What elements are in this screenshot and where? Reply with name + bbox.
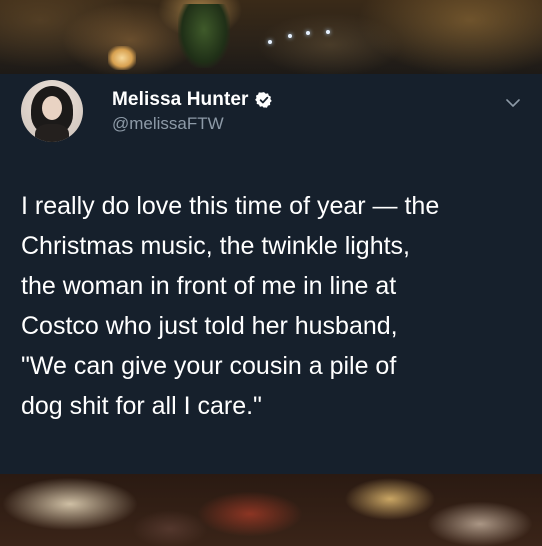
chevron-down-icon[interactable]: [502, 92, 524, 114]
tweet-text-line: "We can give your cousin a pile of: [21, 352, 397, 380]
tweet-text-line: the woman in front of me in line at: [21, 272, 397, 300]
lamp-glow: [108, 46, 136, 70]
verified-badge-icon: [254, 91, 273, 109]
author-display-name[interactable]: Melissa Hunter: [112, 89, 249, 111]
twinkle-light: [288, 34, 292, 38]
twinkle-light: [306, 31, 310, 35]
avatar-face: [42, 96, 62, 120]
author-handle[interactable]: @melissaFTW: [112, 114, 224, 134]
twinkle-light: [268, 40, 272, 44]
twinkle-light: [326, 30, 330, 34]
tweet-text-line: I really do love this time of year — the: [21, 192, 440, 220]
tweet-text: I really do love this time of year — the…: [21, 186, 533, 426]
avatar[interactable]: [21, 80, 83, 142]
tweet-text-line: Christmas music, the twinkle lights,: [21, 232, 411, 260]
christmas-tree-blur: [178, 4, 230, 68]
author-name-row: Melissa Hunter: [112, 88, 273, 112]
tweet-text-line: Costco who just told her husband,: [21, 312, 398, 340]
tweet-text-line: dog shit for all I care.": [21, 392, 262, 420]
background-photo-bottom: [0, 474, 542, 546]
avatar-body: [35, 124, 69, 142]
background-photo-top: [0, 0, 542, 74]
